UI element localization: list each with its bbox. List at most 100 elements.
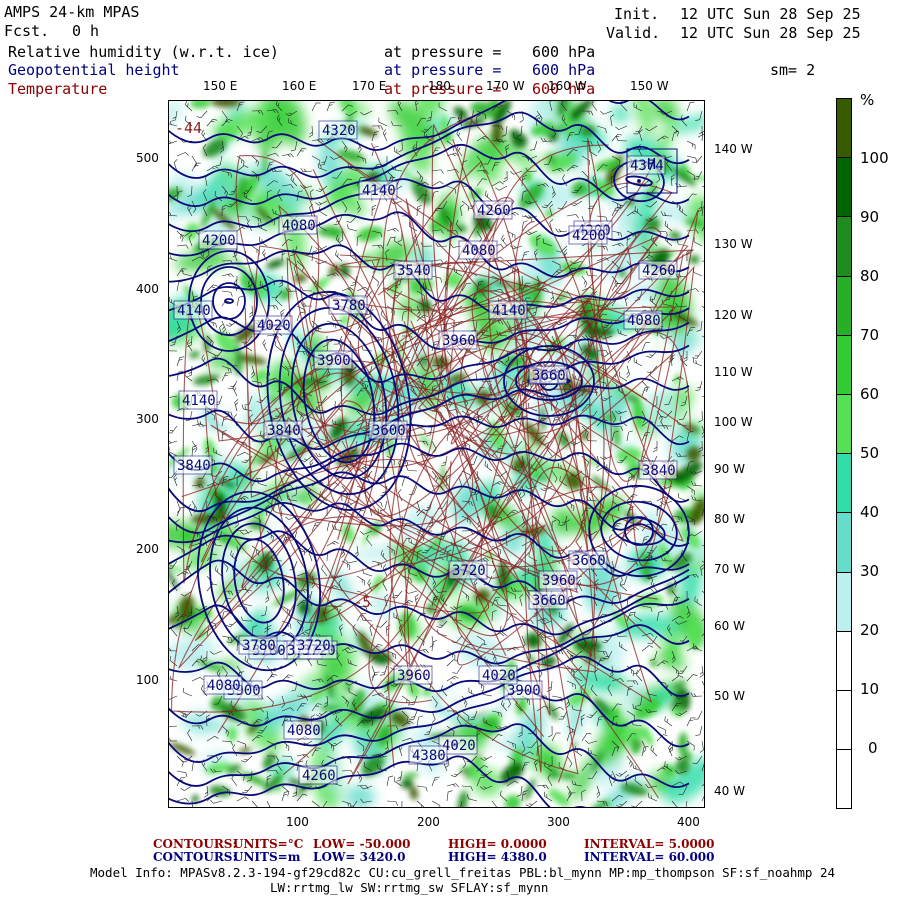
hgt-contours-units: UNITS=m bbox=[233, 850, 301, 864]
colorbar-swatch bbox=[836, 453, 852, 514]
height-label: 4200 bbox=[198, 230, 238, 250]
colorbar-swatch bbox=[836, 98, 852, 159]
wind-barb bbox=[380, 500, 388, 511]
wind-barb bbox=[221, 290, 233, 297]
height-label: 4080 bbox=[283, 720, 323, 740]
model-info-line-2: LW:rrtmg_lw SW:rrtmg_sw SFLAY:sf_mynn bbox=[270, 880, 549, 895]
wind-barb bbox=[701, 130, 704, 142]
wind-barb bbox=[431, 169, 444, 174]
wind-barb bbox=[176, 230, 184, 242]
wind-barb bbox=[335, 250, 343, 262]
colorbar-label: 80 bbox=[860, 267, 880, 285]
height-label: 4140 bbox=[488, 300, 528, 320]
wind-barb bbox=[652, 441, 658, 453]
field-rh-name: Relative humidity (w.r.t. ice) bbox=[8, 43, 279, 61]
colorbar-label: 60 bbox=[860, 385, 880, 403]
height-label: 4140 bbox=[178, 390, 218, 410]
wind-barb bbox=[169, 725, 178, 728]
weather-map[interactable]: 4320 4140 4080 4200 4020 3780 3900 3840 3600 4140… bbox=[168, 100, 705, 808]
wind-barb bbox=[491, 800, 498, 807]
wind-barb bbox=[580, 714, 585, 727]
colorbar-swatch bbox=[836, 334, 852, 395]
wind-barb bbox=[409, 710, 418, 721]
wind-barb bbox=[446, 790, 453, 802]
wind-barb bbox=[615, 125, 628, 130]
wind-barb bbox=[461, 785, 473, 791]
wind-barb bbox=[169, 695, 178, 700]
field-hgt-name: Geopotential height bbox=[8, 61, 180, 79]
height-label: 4140 bbox=[358, 180, 398, 200]
height-label: 4080 bbox=[458, 240, 498, 260]
wind-barb bbox=[446, 659, 458, 667]
wind-barb bbox=[241, 755, 253, 763]
humidity-patch bbox=[402, 772, 419, 779]
fcst-label: Fcst. bbox=[4, 22, 50, 40]
wind-barb bbox=[311, 800, 320, 807]
wind-barb bbox=[525, 800, 538, 807]
wind-barb bbox=[491, 181, 504, 187]
wind-barb bbox=[551, 732, 561, 742]
x-tick-label: 300 bbox=[547, 815, 570, 829]
humidity-patch bbox=[611, 105, 630, 123]
colorbar bbox=[836, 98, 852, 810]
wind-barb bbox=[262, 339, 268, 352]
wind-barb bbox=[236, 740, 247, 749]
wind-barb bbox=[221, 320, 226, 333]
wind-barb bbox=[176, 244, 189, 249]
wind-barb bbox=[699, 665, 704, 678]
humidity-patch bbox=[551, 507, 577, 536]
wind-barb bbox=[169, 425, 178, 434]
wind-barb bbox=[615, 136, 628, 142]
colorbar-swatch bbox=[836, 394, 852, 455]
lon-label: 150 E bbox=[203, 79, 238, 93]
colorbar-label: 0 bbox=[868, 739, 878, 757]
humidity-patch bbox=[632, 101, 654, 139]
temp-label: -44 bbox=[175, 119, 202, 137]
wind-barb bbox=[326, 101, 335, 112]
lon-label: 150 W bbox=[630, 79, 669, 93]
wind-barb bbox=[176, 370, 183, 382]
lon-label: 50 W bbox=[714, 689, 745, 703]
wind-barb bbox=[221, 740, 234, 746]
wind-barb bbox=[516, 785, 523, 797]
height-label: 4260 bbox=[638, 260, 678, 280]
field-hgt-level-text: at pressure = bbox=[384, 61, 502, 79]
colorbar-swatch bbox=[836, 275, 852, 336]
wind-barb bbox=[548, 725, 553, 738]
wind-barb bbox=[183, 688, 193, 697]
wind-barb bbox=[699, 740, 704, 753]
height-label: 4140 bbox=[173, 300, 213, 320]
dry-area bbox=[599, 331, 679, 391]
colorbar-label: 50 bbox=[860, 444, 880, 462]
wind-barb bbox=[633, 125, 643, 135]
lon-label: 170 W bbox=[486, 79, 525, 93]
wind-barb bbox=[641, 645, 654, 652]
height-label: 3540 bbox=[393, 260, 433, 280]
wind-barb bbox=[191, 162, 201, 172]
wind-barb bbox=[431, 640, 438, 652]
wind-barb bbox=[371, 125, 384, 130]
height-label: 4260 bbox=[298, 765, 338, 785]
wind-barb bbox=[635, 670, 643, 682]
init-value: 12 UTC Sun 28 Sep 25 bbox=[680, 5, 861, 23]
y-tick-label: 500 bbox=[136, 151, 159, 165]
height-label: 4080 bbox=[278, 215, 318, 235]
wind-barb bbox=[398, 800, 403, 807]
model-info-line-1: Model Info: MPASv8.2.3-194-gf29cd82c CU:… bbox=[90, 865, 836, 880]
wind-barb bbox=[600, 110, 613, 115]
colorbar-label: 70 bbox=[860, 326, 880, 344]
field-rh-level: 600 hPa bbox=[532, 43, 596, 61]
humidity-patch bbox=[189, 351, 200, 359]
lon-label: 100 W bbox=[714, 415, 753, 429]
height-label: 3960 bbox=[438, 330, 478, 350]
wind-barb bbox=[347, 224, 358, 232]
wind-barb bbox=[701, 680, 704, 693]
wind-barb bbox=[690, 692, 703, 697]
wind-barb bbox=[664, 220, 673, 232]
height-label: 3960 bbox=[393, 665, 433, 685]
colorbar-label: 20 bbox=[860, 621, 880, 639]
wind-barb bbox=[459, 204, 465, 217]
hgt-contours-label: CONTOURS: bbox=[153, 850, 237, 864]
wind-barb bbox=[241, 785, 253, 794]
wind-barb bbox=[308, 125, 313, 138]
